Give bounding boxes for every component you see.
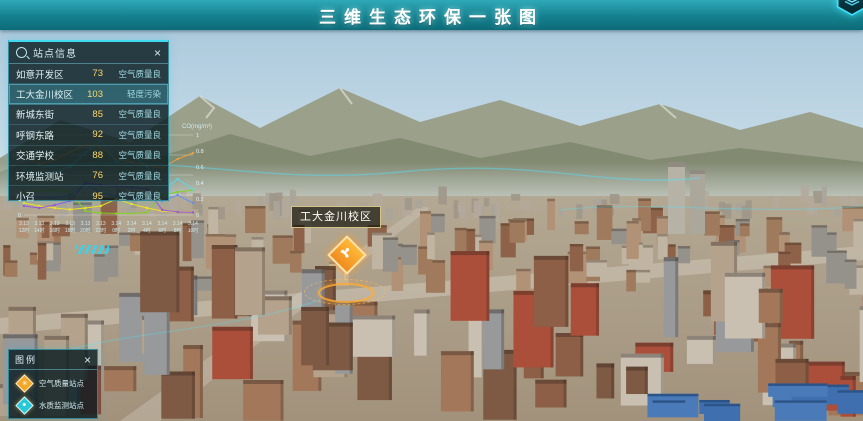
station-row[interactable]: 小召 95 空气质量良 [9,186,168,205]
svg-text:3.146时: 3.146时 [157,221,167,234]
legend-panel-title: 图例 [15,353,37,366]
search-icon[interactable] [16,47,27,58]
legend-entry-label: 空气质量站点 [39,378,84,389]
station-aqi: 73 [79,68,103,79]
station-list-header: 站点信息 × [9,42,168,64]
marker-glow-ring-outer [304,279,386,305]
station-name: 环境监测站 [16,169,79,183]
station-row[interactable]: 环境监测站 76 空气质量良 [9,166,168,186]
svg-text:3.1410时: 3.1410时 [188,221,199,234]
svg-text:3.1314时: 3.1314时 [34,221,45,234]
svg-text:3.1318时: 3.1318时 [65,221,76,234]
station-status: 空气质量良 [109,170,161,182]
app-window: 三维生态环保一张图 站点信息 × 如意开发区 73 空气质量良 工大金川校区 1… [0,0,863,421]
svg-text:3.1322时: 3.1322时 [96,221,107,234]
station-status: 空气质量良 [109,129,161,141]
right-axis-title: CO(mg/m³) [182,124,212,130]
app-header: 三维生态环保一张图 [0,0,863,30]
station-aqi: 95 [79,191,103,202]
station-aqi: 76 [79,170,103,181]
legend-entry-label: 水质监测站点 [39,400,84,411]
svg-text:0.4: 0.4 [196,181,204,187]
station-status: 空气质量良 [109,108,161,120]
station-list-panel: 站点信息 × 如意开发区 73 空气质量良 工大金川校区 103 轻度污染 新城… [8,40,169,201]
station-row[interactable]: 如意开发区 73 空气质量良 [9,64,168,84]
svg-text:0.2: 0.2 [196,197,204,203]
station-aqi: 103 [79,89,103,100]
station-status: 轻度污染 [109,88,161,100]
map-legend-panel: 图例 × ✳ 空气质量站点 ● 水质监测站点 [8,349,98,419]
air-station-icon: ✳ [15,374,33,392]
station-aqi: 85 [79,109,103,120]
station-row[interactable]: 新城东街 85 空气质量良 [9,105,168,125]
station-status: 空气质量良 [109,68,161,80]
station-aqi: 88 [79,150,103,161]
svg-text:0: 0 [196,213,199,219]
station-row[interactable]: 交通学校 88 空气质量良 [9,146,168,166]
page-title: 三维生态环保一张图 [319,3,544,28]
svg-text:0.6: 0.6 [196,165,204,171]
svg-text:3.142时: 3.142时 [127,221,137,234]
svg-text:3.1320时: 3.1320时 [80,221,91,234]
station-name: 小召 [16,189,79,203]
layers-glyph [843,0,861,8]
svg-text:0.8: 0.8 [196,149,204,155]
svg-text:3.140时: 3.140时 [111,221,121,234]
close-icon[interactable]: × [154,47,161,59]
layers-hexagon-icon[interactable] [837,0,863,14]
legend-entry: ✳ 空气质量站点 [9,370,97,392]
station-name: 如意开发区 [16,67,79,81]
svg-text:3.1316时: 3.1316时 [49,221,60,234]
station-name: 新城东街 [16,107,79,121]
close-icon[interactable]: × [84,354,91,366]
station-name: 工大金川校区 [16,87,79,101]
water-station-icon: ● [15,396,33,414]
station-marker-label[interactable]: 工大金川校区 [291,206,381,228]
svg-text:0: 0 [18,213,21,219]
station-row[interactable]: 呼钢东路 92 空气质量良 [9,125,168,145]
hatch-decoration [75,245,109,254]
station-row-selected[interactable]: 工大金川校区 103 轻度污染 [9,84,168,104]
station-name: 交通学校 [16,148,79,162]
svg-text:3.1312时: 3.1312时 [19,221,30,234]
svg-text:1: 1 [196,133,199,139]
svg-text:3.148时: 3.148时 [173,221,183,234]
station-name: 呼钢东路 [16,128,79,142]
station-aqi: 92 [79,129,103,140]
svg-text:3.144时: 3.144时 [142,221,152,234]
station-status: 空气质量良 [109,190,161,202]
station-status: 空气质量良 [109,149,161,161]
station-list-title: 站点信息 [33,45,154,60]
legend-entry: ● 水质监测站点 [9,392,97,414]
